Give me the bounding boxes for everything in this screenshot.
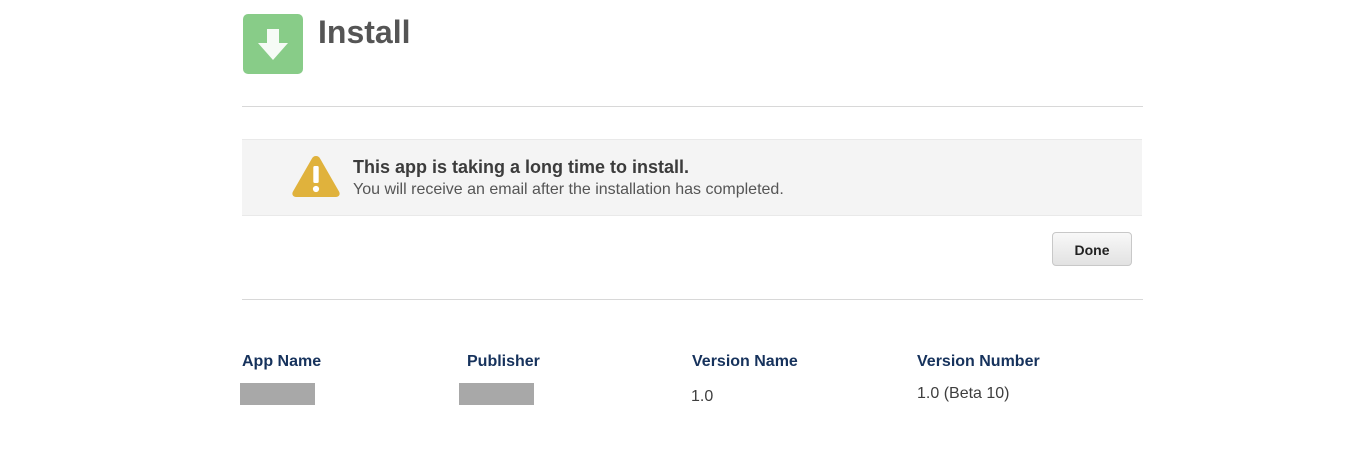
divider [242, 299, 1143, 300]
version-number-column: Version Number 1.0 (Beta 10) [917, 352, 1040, 402]
page-title: Install [318, 14, 411, 50]
version-name-label: Version Name [692, 353, 798, 370]
publisher-label: Publisher [467, 353, 540, 370]
notice-message: You will receive an email after the inst… [353, 181, 784, 198]
version-name-value: 1.0 [691, 388, 714, 405]
publisher-redacted-value [459, 383, 534, 405]
warning-notice: This app is taking a long time to instal… [242, 139, 1142, 216]
app-name-label: App Name [242, 353, 322, 370]
app-name-redacted-value [240, 383, 315, 405]
notice-title: This app is taking a long time to instal… [353, 157, 690, 177]
app-name-column: App Name [240, 352, 322, 405]
divider [242, 106, 1143, 107]
publisher-column: Publisher [459, 352, 540, 405]
download-arrow-icon [243, 14, 303, 74]
version-name-column: Version Name 1.0 [691, 352, 798, 405]
done-button[interactable]: Done [1052, 232, 1132, 266]
install-page: Install This app is taking a long time t… [0, 0, 1370, 455]
version-number-label: Version Number [917, 353, 1040, 370]
warning-icon [292, 156, 340, 197]
version-number-value: 1.0 (Beta 10) [917, 385, 1010, 402]
